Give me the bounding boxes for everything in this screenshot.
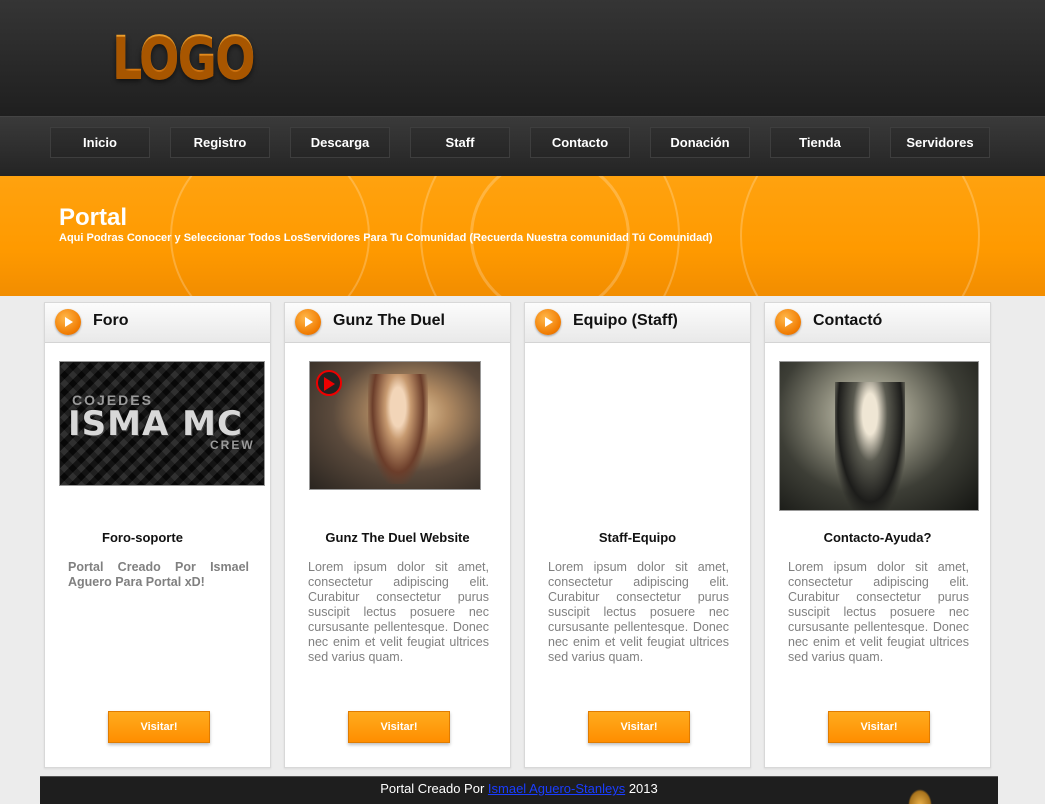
site-footer: Portal Creado Por Ismael Aguero-Stanleys… — [40, 776, 998, 804]
author-link[interactable]: Ismael Aguero-Stanleys — [488, 781, 625, 796]
arrow-icon — [295, 309, 321, 335]
image-figure — [368, 374, 428, 484]
card-image[interactable] — [779, 361, 979, 511]
nav-item-servidores[interactable]: Servidores — [890, 127, 990, 158]
card-image[interactable]: COJEDES ISMA MC CREW — [59, 361, 265, 486]
card-text: Lorem ipsum dolor sit amet, consectetur … — [308, 560, 489, 664]
nav-item-tienda[interactable]: Tienda — [770, 127, 870, 158]
page-banner: Portal Aqui Podras Conocer y Seleccionar… — [0, 176, 1045, 296]
arrow-icon — [535, 309, 561, 335]
visit-button[interactable]: Visitar! — [588, 711, 690, 743]
arrow-icon — [55, 309, 81, 335]
page-title: Portal — [59, 204, 128, 231]
card-text: Lorem ipsum dolor sit amet, consectetur … — [548, 560, 729, 664]
card-subtitle: Gunz The Duel Website — [325, 530, 470, 545]
nav-item-donacion[interactable]: Donación — [650, 127, 750, 158]
footer-prefix: Portal Creado Por — [380, 781, 488, 796]
nav-item-descarga[interactable]: Descarga — [290, 127, 390, 158]
card-title: Contactó — [813, 312, 883, 329]
banner-decoration — [740, 176, 980, 296]
card-staff: Equipo (Staff) Staff-Equipo Lorem ipsum … — [524, 302, 751, 768]
card-header: Foro — [45, 303, 270, 343]
card-foro: Foro COJEDES ISMA MC CREW Foro-soporte P… — [44, 302, 271, 768]
footer-credit: Portal Creado Por Ismael Aguero-Stanleys… — [40, 781, 998, 796]
nav-item-inicio[interactable]: Inicio — [50, 127, 150, 158]
site-header: LOGO — [0, 0, 1045, 116]
visit-button[interactable]: Visitar! — [108, 711, 210, 743]
visit-button[interactable]: Visitar! — [348, 711, 450, 743]
card-header: Gunz The Duel — [285, 303, 510, 343]
card-title: Gunz The Duel — [333, 312, 445, 329]
card-title: Foro — [93, 312, 129, 329]
emblem-icon — [908, 789, 932, 804]
card-image[interactable] — [309, 361, 481, 490]
main-nav: Inicio Registro Descarga Staff Contacto … — [0, 116, 1045, 176]
card-subtitle: Contacto-Ayuda? — [823, 530, 932, 545]
card-text: Lorem ipsum dolor sit amet, consectetur … — [788, 560, 969, 664]
image-figure — [835, 382, 905, 510]
card-contacto: Contactó Contacto-Ayuda? Lorem ipsum dol… — [764, 302, 991, 768]
footer-year: 2013 — [625, 781, 658, 796]
arrow-icon — [775, 309, 801, 335]
visit-button[interactable]: Visitar! — [828, 711, 930, 743]
nav-item-contacto[interactable]: Contacto — [530, 127, 630, 158]
card-text: Portal Creado Por Ismael Aguero Para Por… — [68, 560, 249, 589]
page-subtitle: Aqui Podras Conocer y Seleccionar Todos … — [59, 232, 713, 244]
card-header: Contactó — [765, 303, 990, 343]
card-subtitle: Staff-Equipo — [598, 530, 677, 545]
card-subtitle: Foro-soporte — [102, 530, 183, 545]
image-caption-bottom: CREW — [210, 438, 255, 452]
site-logo[interactable]: LOGO — [112, 26, 256, 88]
nav-item-staff[interactable]: Staff — [410, 127, 510, 158]
play-logo-icon — [316, 370, 342, 396]
nav-item-registro[interactable]: Registro — [170, 127, 270, 158]
card-header: Equipo (Staff) — [525, 303, 750, 343]
card-gunz: Gunz The Duel Gunz The Duel Website Lore… — [284, 302, 511, 768]
card-title: Equipo (Staff) — [573, 312, 678, 329]
